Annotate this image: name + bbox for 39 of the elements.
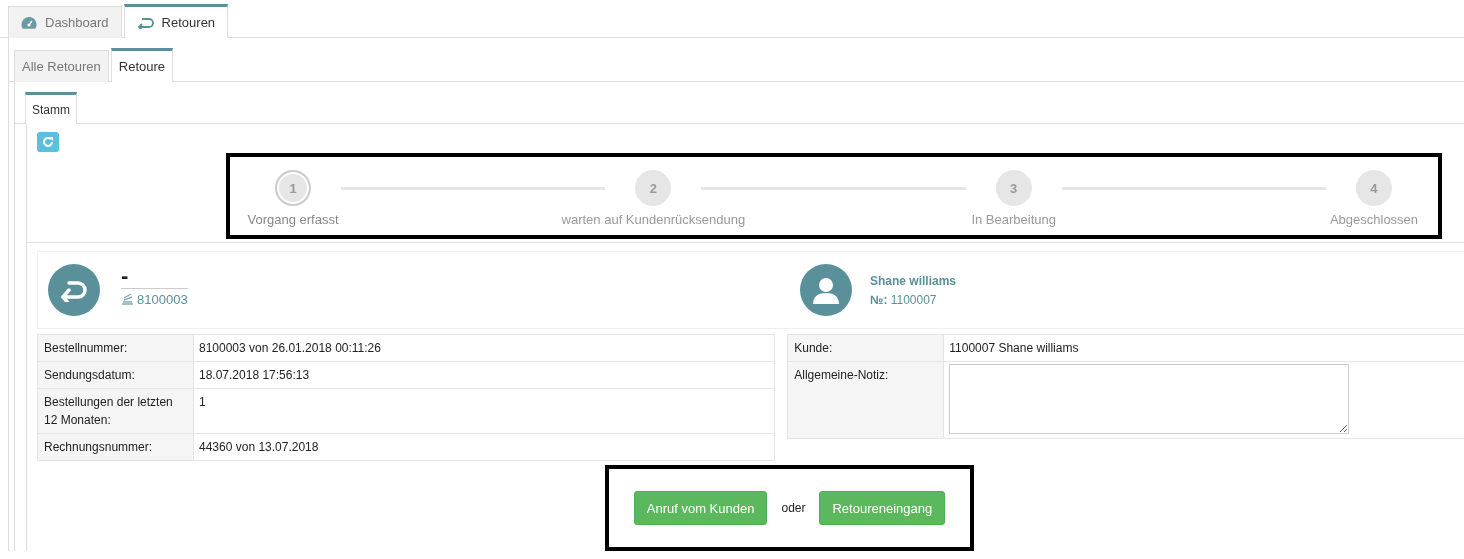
step-label: Vorgang erfasst (247, 212, 339, 227)
return-arrow-icon (136, 16, 154, 29)
section-tab[interactable]: Stamm (25, 92, 77, 124)
field-label: Bestellungen der letzten 12 Monaten: (37, 388, 194, 434)
step-label: warten auf Kundenrücksendung (561, 212, 746, 227)
customer-number: №: 1100007 (870, 292, 938, 307)
step-number: 2 (635, 170, 672, 206)
return-arrow-avatar (48, 264, 100, 316)
step-label: In Bearbeitung (971, 212, 1056, 227)
main-tab[interactable]: Retouren (123, 4, 229, 38)
step-number: 1 (275, 170, 311, 206)
user-avatar (800, 264, 852, 316)
field-value: 1100007 Shane williams (943, 334, 1464, 362)
order-link[interactable]: 8100003 (121, 287, 188, 307)
field-label: Allgemeine-Notiz: (787, 361, 944, 439)
refresh-button[interactable] (37, 132, 59, 152)
step-number: 3 (995, 170, 1032, 206)
sub-tab[interactable]: Alle Retouren (14, 50, 109, 82)
main-tab[interactable]: Dashboard (8, 6, 122, 38)
step-number: 4 (1356, 170, 1392, 206)
field-value: 1 (193, 388, 775, 434)
customer-name: Shane williams (870, 273, 957, 288)
field-value: 18.07.2018 17:56:13 (193, 361, 775, 389)
field-value: 44360 von 13.07.2018 (193, 433, 775, 461)
gauge-icon (21, 16, 37, 29)
separator-text: oder (781, 501, 806, 515)
field-label: Bestellnummer: (37, 334, 194, 362)
field-label: Rechnungsnummer: (37, 433, 194, 461)
sub-tab[interactable]: Retoure (110, 48, 174, 82)
action-button[interactable]: Retoureneingang (819, 491, 946, 525)
field-value: 8100003 von 26.01.2018 00:11:26 (193, 334, 775, 362)
field-label: Sendungsdatum: (37, 361, 194, 389)
field-label: Kunde: (787, 334, 944, 362)
order-title: - (121, 263, 130, 288)
note-field[interactable] (949, 364, 1350, 434)
refresh-icon (42, 136, 54, 148)
step-label: Abgeschlossen (1329, 212, 1419, 227)
stack-icon (121, 293, 134, 305)
action-button[interactable]: Anruf vom Kunden (633, 491, 768, 525)
